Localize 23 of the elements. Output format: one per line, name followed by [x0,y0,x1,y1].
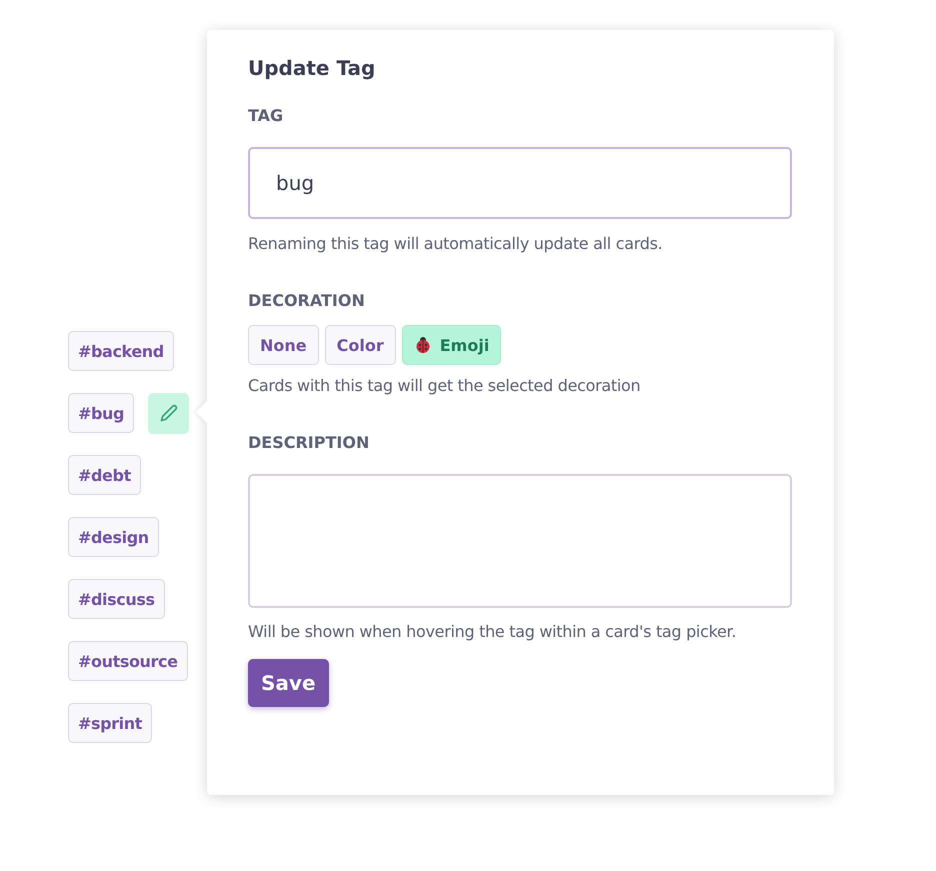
tag-chip[interactable]: #debt [68,455,141,495]
field-hint: Cards with this tag will get the selected decoration [248,376,642,395]
field-hint: Renaming this tag will automatically update all cards. [248,234,664,253]
edit-button[interactable] [148,392,190,434]
tag-input-field[interactable]: bug [248,147,792,219]
decoration-option[interactable]: Color [324,325,396,365]
tag-chip[interactable]: #bug [68,393,134,433]
field-label: TAG [248,106,284,125]
tag-chip[interactable]: #sprint [68,703,152,743]
field-hint: Will be shown when hovering the tag within a card's tag picker. [248,622,738,641]
description-field[interactable] [248,474,792,608]
decoration-option[interactable]: Emoji [402,325,502,365]
pencil-icon [160,404,178,422]
tag-chip[interactable]: #outsource [68,641,188,681]
tag-chip[interactable]: #discuss [68,579,165,619]
dialog-title: Update Tag [248,56,376,80]
tag-chip[interactable]: #design [68,517,159,557]
field-label: DECORATION [248,291,366,310]
field-label: DESCRIPTION [248,433,370,452]
ladybug-icon [414,336,432,354]
decoration-option[interactable]: None [248,325,319,365]
save-button[interactable]: Save [248,659,329,707]
tag-chip[interactable]: #backend [68,331,174,371]
